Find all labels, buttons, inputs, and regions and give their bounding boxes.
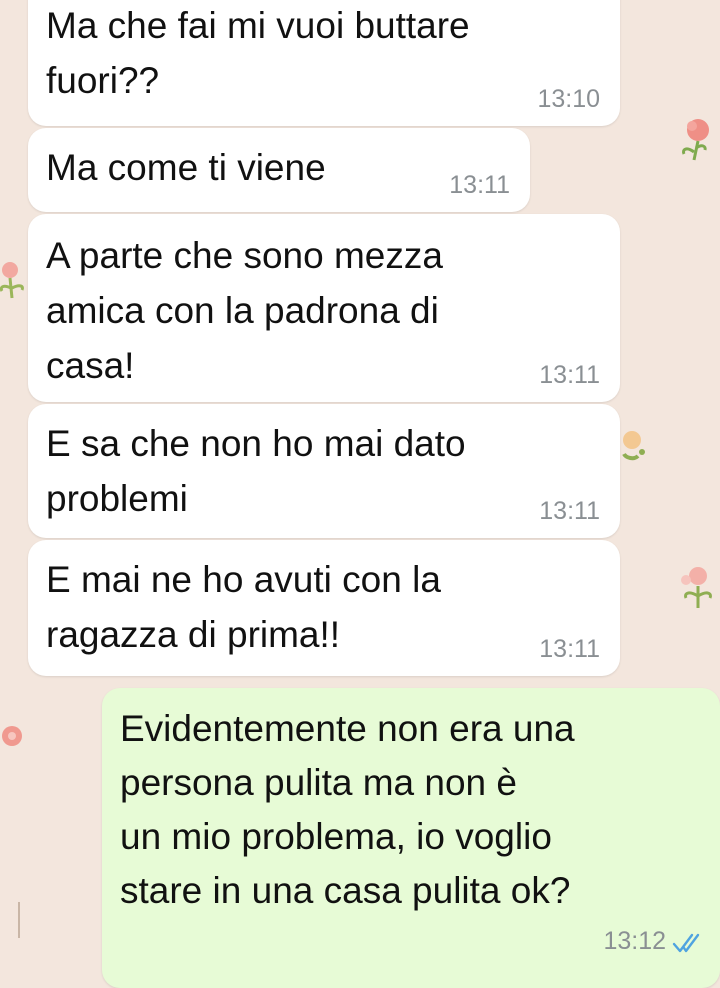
message-timestamp: 13:12 xyxy=(603,927,666,955)
incoming-message-bubble[interactable]: Ma come ti viene 13:11 xyxy=(28,128,530,212)
message-timestamp: 13:11 xyxy=(539,497,600,525)
message-timestamp: 13:10 xyxy=(537,85,600,113)
stem-doodle-icon xyxy=(18,902,20,938)
incoming-message-bubble[interactable]: E mai ne ho avuti con la ragazza di prim… xyxy=(28,540,620,676)
message-text: Ma che fai mi vuoi buttare fuori?? xyxy=(46,5,470,101)
message-text: Evidentemente non era una persona pulita… xyxy=(120,708,575,911)
message-text: E sa che non ho mai dato problemi xyxy=(46,423,466,519)
flower-doodle-icon xyxy=(681,567,712,608)
flower-doodle-icon xyxy=(682,119,709,161)
message-timestamp: 13:11 xyxy=(449,171,510,199)
message-text: E mai ne ho avuti con la ragazza di prim… xyxy=(46,559,441,655)
message-timestamp: 13:11 xyxy=(539,635,600,663)
flower-doodle-icon xyxy=(0,262,24,299)
message-text: A parte che sono mezza amica con la padr… xyxy=(46,235,443,386)
incoming-message-bubble[interactable]: E sa che non ho mai dato problemi 13:11 xyxy=(28,404,620,538)
double-check-read-icon xyxy=(672,933,700,953)
flower-doodle-icon xyxy=(2,726,22,746)
message-timestamp: 13:11 xyxy=(539,361,600,389)
incoming-message-bubble[interactable]: Ma che fai mi vuoi buttare fuori?? 13:10 xyxy=(28,0,620,126)
outgoing-message-bubble[interactable]: Evidentemente non era una persona pulita… xyxy=(102,688,720,988)
chat-area[interactable]: Ma che fai mi vuoi buttare fuori?? 13:10… xyxy=(0,0,720,988)
incoming-message-bubble[interactable]: A parte che sono mezza amica con la padr… xyxy=(28,214,620,402)
message-text: Ma come ti viene xyxy=(46,147,326,188)
